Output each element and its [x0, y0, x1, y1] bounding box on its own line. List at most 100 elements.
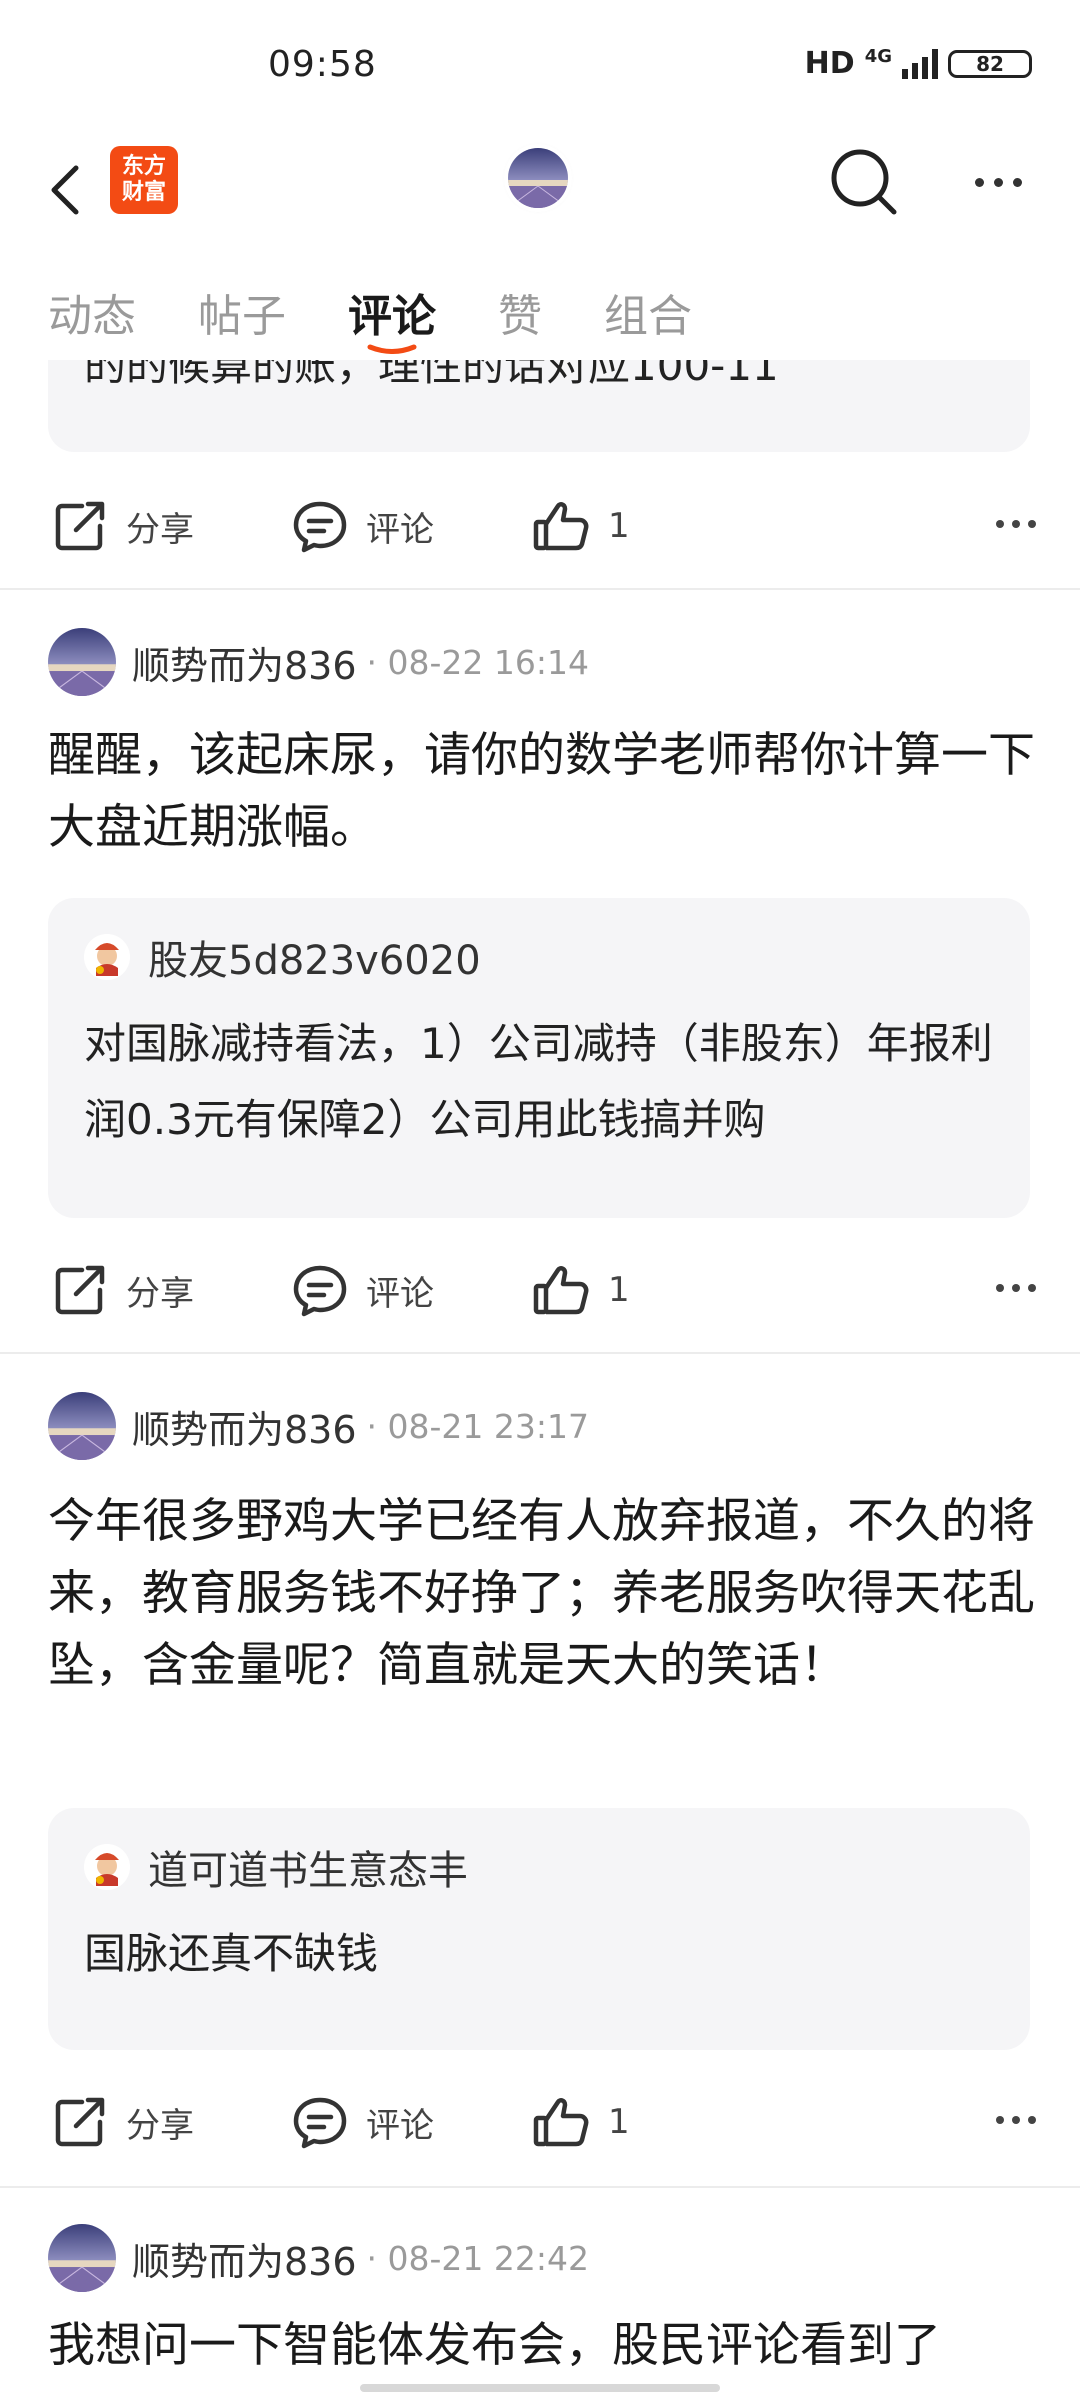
post-more-button[interactable]: [996, 2116, 1036, 2124]
post-more-button[interactable]: [996, 520, 1036, 528]
status-bar: 09:58 HD 4G 82: [0, 0, 1080, 130]
share-label: 分享: [126, 509, 194, 550]
search-button[interactable]: [826, 144, 902, 220]
signal-icon: [902, 48, 938, 79]
more-dot: [1028, 2116, 1036, 2124]
comment-icon: [293, 501, 347, 553]
post-header: 顺势而为836 · 08-21 22:42: [48, 2224, 589, 2292]
avatar-image: [48, 628, 116, 696]
profile-tabs: 动态 帖子 评论 赞 组合: [0, 260, 1080, 360]
share-button[interactable]: 分享: [52, 1262, 194, 1318]
status-time: 09:58: [268, 44, 377, 85]
post-timestamp: · 08-22 16:14: [366, 642, 589, 682]
comment-label: 评论: [366, 1273, 434, 1314]
more-dot: [1012, 1284, 1020, 1292]
battery-icon: 82: [948, 49, 1032, 78]
more-dot: [1012, 520, 1020, 528]
post-header: 顺势而为836 · 08-21 23:17: [48, 1392, 589, 1460]
quote-header: 道可道书生意态丰: [84, 1838, 994, 1896]
post-action-bar: 分享 评论 1: [0, 2070, 1080, 2170]
quoted-post-card[interactable]: 道可道书生意态丰 国脉还真不缺钱: [48, 1808, 1030, 2050]
avatar-image: [84, 934, 130, 980]
more-dot: [993, 177, 1003, 187]
share-label: 分享: [126, 2105, 194, 2146]
post-action-bar: 分享 评论 1: [0, 1238, 1080, 1338]
top-nav-bar: 东方 财富: [0, 130, 1080, 250]
like-button[interactable]: 1: [532, 498, 630, 554]
avatar-image: [48, 1392, 116, 1460]
logo-text-line2: 财富: [121, 180, 166, 205]
battery-level: 82: [976, 51, 1004, 76]
comment-label: 评论: [366, 509, 434, 550]
tab-comments[interactable]: 评论: [348, 280, 436, 344]
post-timestamp: · 08-21 23:17: [366, 1406, 589, 1446]
share-label: 分享: [126, 1273, 194, 1314]
share-icon: [55, 501, 105, 551]
more-dot: [1028, 520, 1036, 528]
share-icon: [55, 2097, 105, 2147]
like-count: 1: [608, 2102, 630, 2142]
quote-text: 国脉还真不缺钱: [84, 1929, 379, 1978]
like-count: 1: [608, 506, 630, 546]
user-avatar[interactable]: [48, 2224, 116, 2292]
post-more-button[interactable]: [996, 1284, 1036, 1292]
back-button[interactable]: [40, 150, 100, 230]
more-dots-icon: [996, 2116, 1004, 2124]
like-count: 1: [608, 1270, 630, 1310]
quote-text: 对国脉减持看法，1）公司减持（非股东）年报利润0.3元有保障2）公司用此钱搞并购: [84, 1019, 993, 1144]
comment-icon: [293, 2097, 347, 2149]
previous-quote-card[interactable]: 的的候算的账，理性的话对应100-11: [48, 360, 1030, 452]
network-type: 4G: [864, 46, 892, 67]
quote-author-name: 股友5d823v6020: [148, 938, 481, 984]
quote-user-avatar: [84, 934, 130, 980]
more-dot: [1012, 177, 1022, 187]
quoted-post-card[interactable]: 股友5d823v6020 对国脉减持看法，1）公司减持（非股东）年报利润0.3元…: [48, 898, 1030, 1218]
post-timestamp: · 08-21 22:42: [366, 2238, 589, 2278]
tab-posts[interactable]: 帖子: [198, 280, 286, 344]
more-dot: [1012, 2116, 1020, 2124]
more-dots-icon: [996, 520, 1004, 528]
thumbs-up-icon: [533, 1266, 589, 1315]
thumbs-up-icon: [533, 502, 589, 551]
comment-button[interactable]: 评论: [292, 1262, 434, 1318]
chevron-left-icon: [51, 165, 79, 215]
post-divider: [0, 1352, 1080, 1354]
post-divider: [0, 2186, 1080, 2188]
post-action-bar: 分享 评论 1: [0, 474, 1080, 574]
hd-indicator: HD: [804, 46, 855, 81]
post-header: 顺势而为836 · 08-22 16:14: [48, 628, 589, 696]
avatar-image: [508, 148, 568, 208]
like-button[interactable]: 1: [532, 1262, 630, 1318]
comment-label: 评论: [366, 2105, 434, 2146]
comment-icon: [293, 1265, 347, 1317]
tab-likes[interactable]: 赞: [498, 280, 542, 344]
author-name[interactable]: 顺势而为836: [132, 1399, 357, 1454]
tab-dynamics[interactable]: 动态: [48, 280, 136, 344]
more-dot: [1028, 1284, 1036, 1292]
post-body-text[interactable]: 醒醒，该起床尿，请你的数学老师帮你计算一下大盘近期涨幅。: [48, 720, 1038, 864]
previous-quote-text: 的的候算的账，理性的话对应100-11: [84, 360, 779, 390]
share-button[interactable]: 分享: [52, 2094, 194, 2150]
share-button[interactable]: 分享: [52, 498, 194, 554]
avatar-image: [48, 2224, 116, 2292]
author-name[interactable]: 顺势而为836: [132, 635, 357, 690]
search-icon: [831, 149, 897, 215]
user-avatar[interactable]: [48, 1392, 116, 1460]
avatar-image: [84, 1844, 130, 1890]
home-indicator[interactable]: [360, 2384, 720, 2392]
user-avatar[interactable]: [48, 628, 116, 696]
more-dots-icon: [974, 177, 984, 187]
post-divider: [0, 588, 1080, 590]
author-name[interactable]: 顺势而为836: [132, 2231, 357, 2286]
like-button[interactable]: 1: [532, 2094, 630, 2150]
comment-button[interactable]: 评论: [292, 2094, 434, 2150]
comment-button[interactable]: 评论: [292, 498, 434, 554]
more-menu-button[interactable]: [960, 144, 1036, 220]
quote-user-avatar: [84, 1844, 130, 1890]
more-dots-icon: [996, 1284, 1004, 1292]
tab-portfolio[interactable]: 组合: [604, 280, 692, 344]
logo-text-line1: 东方: [121, 154, 166, 179]
post-body-text[interactable]: 今年很多野鸡大学已经有人放弃报道，不久的将来，教育服务钱不好挣了；养老服务吹得天…: [48, 1486, 1038, 1702]
app-logo: 东方 财富: [110, 146, 178, 214]
profile-avatar[interactable]: [508, 148, 568, 208]
